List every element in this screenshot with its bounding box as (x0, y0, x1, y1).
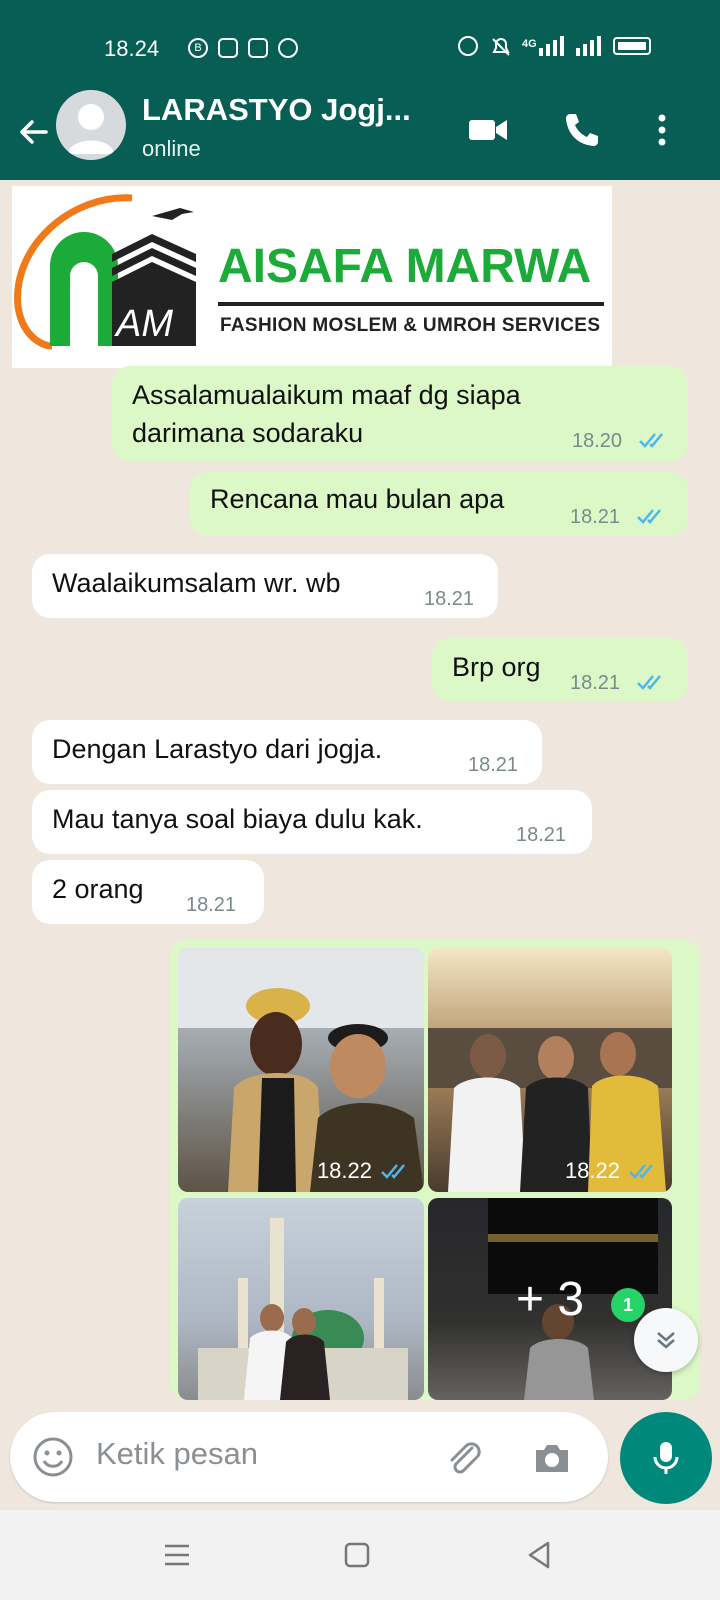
microphone-icon (653, 1442, 679, 1474)
mute-icon (490, 36, 510, 56)
battery-icon (612, 37, 651, 55)
message-text: Rencana mau bulan apa (210, 484, 505, 514)
message-time: 18.21 (424, 588, 475, 610)
message-text: 2 orang (52, 874, 144, 904)
chat-area[interactable]: AM AISAFA MARWA FASHION MOSLEM & UMROH S… (0, 180, 720, 1400)
message-composer[interactable]: Ketik pesan (10, 1412, 608, 1502)
phone-icon[interactable] (560, 108, 604, 152)
store-icon (248, 38, 268, 58)
photo-time: 18.22 (564, 1158, 620, 1183)
read-ticks-icon (381, 1164, 405, 1179)
status-time: 18.24 (104, 36, 160, 61)
home-square-icon[interactable] (340, 1538, 374, 1572)
shared-logo-image[interactable]: AM AISAFA MARWA FASHION MOSLEM & UMROH S… (12, 186, 612, 368)
logo-subtitle: FASHION MOSLEM & UMROH SERVICES (220, 315, 600, 336)
aisafa-logo: AM AISAFA MARWA FASHION MOSLEM & UMROH S… (14, 194, 604, 350)
message-bubble[interactable]: Brp org 18.21 (432, 638, 688, 702)
photo-stamp: 18.22 (317, 1158, 412, 1184)
message-bubble[interactable]: Rencana mau bulan apa 18.21 (190, 472, 688, 536)
message-bubble[interactable]: Waalaikumsalam wr. wb 18.21 (32, 554, 498, 618)
photo-tile[interactable]: 18.22 (428, 948, 672, 1192)
message-time: 18.20 (572, 430, 623, 452)
message-bubble[interactable]: Dengan Larastyo dari jogja. 18.21 (32, 720, 542, 784)
message-text: Brp org (452, 652, 541, 682)
contact-name[interactable]: LARASTYO Jogj... (142, 92, 411, 128)
microphone-button[interactable] (620, 1412, 712, 1504)
double-chevron-down-icon (657, 1332, 675, 1349)
avatar[interactable] (56, 90, 126, 160)
unread-count-badge: 1 (611, 1288, 645, 1322)
photo-image (198, 1218, 408, 1400)
chat-header: LARASTYO Jogj... online (0, 90, 720, 180)
message-time: 18.21 (516, 824, 567, 846)
photo-image (178, 948, 424, 1192)
message-time: 18.21 (570, 506, 621, 528)
read-ticks-icon (637, 509, 661, 524)
video-call-icon[interactable] (466, 108, 510, 152)
read-ticks-icon (629, 1164, 653, 1179)
system-nav-bar (0, 1510, 720, 1600)
logo-title: AISAFA MARWA (218, 240, 591, 293)
read-ticks-icon (637, 675, 661, 690)
photo-tile[interactable]: 18.22 (178, 948, 424, 1192)
status-left-icons: B (188, 38, 298, 58)
scroll-to-bottom-button[interactable] (634, 1308, 698, 1372)
message-text: Mau tanya soal biaya dulu kak. (52, 804, 423, 834)
photo-image (428, 1028, 672, 1192)
emoji-icon[interactable] (30, 1434, 76, 1480)
message-input[interactable]: Ketik pesan (96, 1436, 258, 1472)
message-text: Waalaikumsalam wr. wb (52, 568, 341, 598)
media-album[interactable]: 18.22 18.22 + 3 (170, 940, 700, 1400)
status-bar: 18.24 B 4G (0, 0, 720, 90)
alarm-icon (458, 36, 478, 56)
more-vertical-icon[interactable] (640, 108, 684, 152)
b-circle-icon: B (188, 38, 208, 58)
message-time: 18.21 (570, 672, 621, 694)
message-text: Dengan Larastyo dari jogja. (52, 734, 383, 764)
message-text: Assalamualaikum maaf dg siapa (132, 380, 521, 410)
photo-tile[interactable] (178, 1198, 424, 1400)
chrome-icon (278, 38, 298, 58)
message-text: darimana sodaraku (132, 418, 364, 448)
signal-4g-icon: 4G (522, 36, 564, 56)
menu-icon[interactable] (160, 1538, 194, 1572)
message-bubble[interactable]: Mau tanya soal biaya dulu kak. 18.21 (32, 790, 592, 854)
contact-status: online (142, 136, 201, 161)
message-time: 18.21 (186, 894, 237, 916)
network-label: 4G (522, 38, 537, 50)
back-arrow-icon[interactable] (14, 112, 54, 152)
message-time: 18.21 (468, 754, 519, 776)
photo-time: 18.22 (316, 1158, 372, 1183)
status-right-icons: 4G (458, 36, 651, 56)
camera-icon[interactable] (530, 1436, 574, 1480)
back-triangle-icon[interactable] (522, 1538, 556, 1572)
gallery-icon (218, 38, 238, 58)
message-bubble[interactable]: Assalamualaikum maaf dg siapa darimana s… (112, 366, 688, 462)
attachment-icon[interactable] (442, 1436, 486, 1480)
read-ticks-icon (639, 433, 663, 448)
logo-monogram: AM (114, 303, 173, 345)
signal-bars-icon (575, 36, 601, 56)
photo-stamp: 18.22 (565, 1158, 660, 1184)
message-bubble[interactable]: 2 orang 18.21 (32, 860, 264, 924)
